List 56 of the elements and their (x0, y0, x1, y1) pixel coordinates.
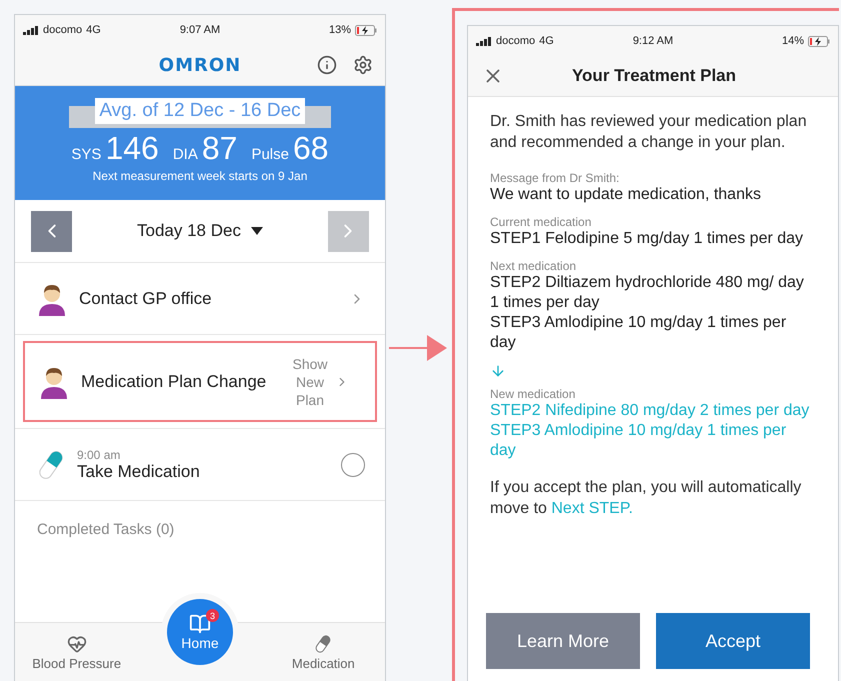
previous-day-button[interactable] (31, 210, 72, 252)
battery-charging-icon (355, 24, 377, 36)
medication-line: STEP1 Felodipine 5 mg/day 1 times per day (490, 229, 804, 249)
reading-value: 146 (105, 130, 159, 166)
medication-line: We want to update medication, thanks (490, 185, 762, 205)
section-label: Current medication (490, 215, 592, 229)
task-title[interactable]: Contact GP office (79, 288, 337, 308)
accept-button[interactable]: Accept (656, 613, 810, 669)
settings-icon[interactable] (353, 55, 373, 75)
tab-item[interactable]: Medication (262, 623, 385, 681)
footer-text: If you accept the plan, you will automatically move to Next STEP. (490, 478, 802, 519)
date-dropdown[interactable]: Today 18 Dec (131, 220, 269, 242)
brand-logo: OMRON (158, 54, 242, 76)
reading-label: DIA (172, 146, 198, 163)
task-checkbox[interactable] (341, 452, 365, 476)
completed-tasks-label: Completed Tasks (0) (36, 520, 176, 540)
clock-time: 9:12 AM (632, 35, 674, 47)
task-title[interactable]: Medication Plan Change (81, 372, 271, 392)
heart-pulse-icon (66, 634, 87, 654)
battery-percent: 14% (782, 35, 804, 47)
medication-line: STEP3 Amlodipine 10 mg/day 1 times per day (490, 421, 788, 461)
info-icon[interactable] (317, 55, 337, 75)
carrier-name: docomo (496, 35, 536, 47)
task-title[interactable]: Take Medication (77, 462, 329, 482)
tab-item[interactable]: Home 3 (166, 599, 233, 665)
clock-time: 9:07 AM (180, 24, 220, 36)
reading-label: Pulse (251, 146, 289, 163)
section-label: Next medication (490, 259, 578, 273)
note-text: Next measurement week starts on 9 Jan (92, 169, 308, 183)
network-type: 4G (86, 24, 101, 36)
notification-badge: 3 (206, 609, 219, 622)
intro-text: Dr. Smith has reviewed your medication plan and recommended a change in your plan. (490, 112, 808, 153)
signal-icon (23, 26, 39, 34)
reading-value: 87 (202, 130, 238, 166)
section-label: New medication (490, 387, 576, 401)
signal-icon (476, 36, 492, 46)
action-link[interactable]: Show New Plan (283, 354, 355, 410)
medication-line: STEP2 Diltiazem hydrochloride 480 mg/ day 1 times per day (490, 273, 805, 313)
screen-title: Your Treatment Plan (570, 66, 738, 86)
section-label: Message from Dr Smith: (490, 171, 620, 185)
battery-percent: 13% (328, 24, 351, 36)
reading-value: 68 (292, 130, 329, 166)
task-time: 9:00 am (77, 448, 122, 462)
learn-more-button[interactable]: Learn More (486, 613, 640, 669)
book-icon (188, 613, 211, 635)
pointer-arrow (389, 332, 449, 362)
tab-item[interactable]: Blood Pressure (15, 623, 138, 681)
network-type: 4G (539, 35, 554, 47)
arrow-down-icon (490, 363, 506, 379)
carrier-name: docomo (43, 24, 82, 36)
ribbon-title: Avg. of 12 Dec - 16 Dec (95, 98, 305, 124)
medication-line: STEP2 Nifedipine 80 mg/day 2 times per day (490, 401, 810, 421)
medication-line: STEP3 Amlodipine 10 mg/day 1 times per day (490, 313, 788, 353)
reading-label: SYS (71, 146, 102, 163)
battery-charging-icon (808, 36, 830, 46)
dropdown-triangle-icon (250, 227, 263, 235)
